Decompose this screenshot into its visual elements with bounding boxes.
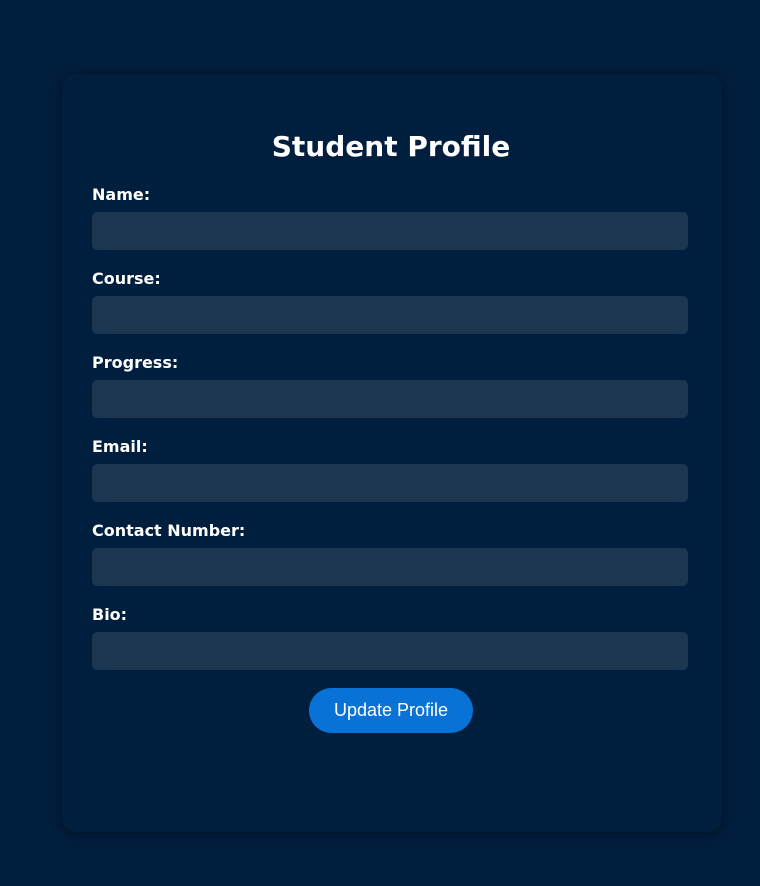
email-input[interactable] [92, 464, 688, 502]
name-field-group: Name: [92, 184, 690, 250]
contact-number-label: Contact Number: [92, 521, 246, 540]
name-label: Name: [92, 185, 151, 204]
profile-card: Student Profile Name: Course: Progress: … [62, 74, 722, 832]
course-input[interactable] [92, 296, 688, 334]
progress-input[interactable] [92, 380, 688, 418]
name-input[interactable] [92, 212, 688, 250]
progress-label: Progress: [92, 353, 179, 372]
bio-input[interactable] [92, 632, 688, 670]
course-field-group: Course: [92, 268, 690, 334]
bio-label: Bio: [92, 605, 128, 624]
course-label: Course: [92, 269, 161, 288]
email-label: Email: [92, 437, 148, 456]
contact-number-input[interactable] [92, 548, 688, 586]
page-title: Student Profile [271, 130, 511, 163]
progress-field-group: Progress: [92, 352, 690, 418]
update-profile-button[interactable]: Update Profile [309, 688, 473, 733]
email-field-group: Email: [92, 436, 690, 502]
bio-field-group: Bio: [92, 604, 690, 670]
contact-number-field-group: Contact Number: [92, 520, 690, 586]
form-actions: Update Profile [92, 688, 690, 733]
profile-form: Name: Course: Progress: Email: Contact N… [92, 184, 690, 733]
